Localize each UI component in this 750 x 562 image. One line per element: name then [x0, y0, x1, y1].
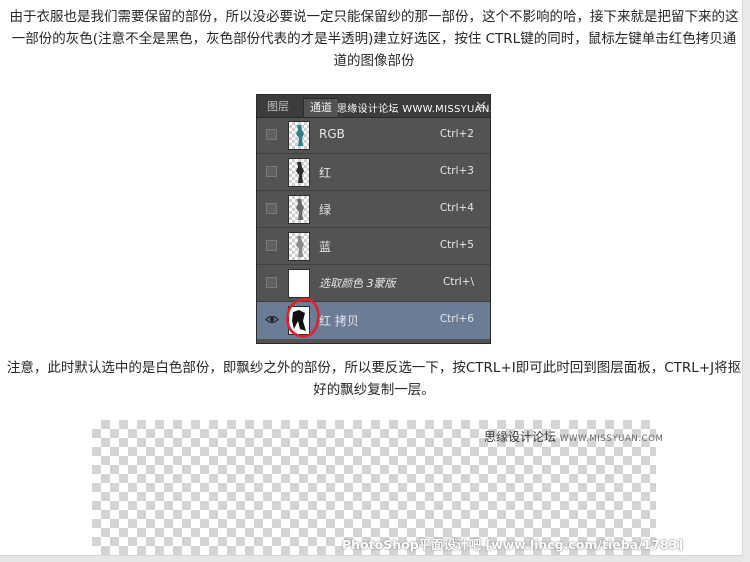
channel-row[interactable]: 红 Ctrl+3 [257, 154, 490, 191]
channel-shortcut: Ctrl+2 [439, 128, 474, 140]
channel-shortcut: Ctrl+6 [439, 313, 474, 325]
visibility-toggle[interactable] [266, 203, 277, 214]
channel-row[interactable]: 绿 Ctrl+4 [257, 191, 490, 228]
channel-row[interactable]: RGB Ctrl+2 [257, 117, 490, 154]
paragraph-invert-instructions: 注意，此时默认选中的是白色部份，即飘纱之外的部份，所以要反选一下，按CTRL+I… [6, 360, 742, 398]
channel-name: 绿 [319, 203, 332, 217]
horizontal-scrollbar[interactable] [0, 555, 743, 562]
article-page: 由于衣服也是我们需要保留的部份，所以没必要说一定只能保留纱的那一部份，这个不影响… [0, 0, 750, 562]
vertical-scrollbar[interactable] [742, 0, 750, 562]
footer-watermark: PhotoShop平面设计吧 [www.lincg.com/tieba/1783… [342, 537, 684, 552]
channel-thumbnail [288, 158, 310, 187]
channel-shortcut: Ctrl+\ [442, 276, 474, 288]
annotation-circle [286, 297, 320, 338]
channel-thumbnail [288, 195, 310, 224]
channel-shortcut: Ctrl+3 [439, 165, 474, 177]
channel-name: 蓝 [319, 240, 332, 254]
channel-name: RGB [319, 127, 345, 141]
eye-icon[interactable] [265, 314, 279, 325]
channel-thumbnail [288, 269, 310, 298]
visibility-toggle[interactable] [266, 277, 277, 288]
channel-thumbnail [288, 121, 310, 150]
canvas-watermark-en: WWW.MISSYUAN.COM [560, 434, 664, 444]
tab-channels[interactable]: 通道 [303, 98, 339, 117]
paragraph-selection-instructions: 由于衣服也是我们需要保留的部份，所以没必要说一定只能保留纱的那一部份，这个不影响… [9, 9, 739, 69]
channel-name: 红 [319, 166, 332, 180]
visibility-toggle[interactable] [266, 240, 277, 251]
channel-name: 选取颜色 3蒙版 [319, 277, 396, 290]
channel-shortcut: Ctrl+5 [439, 239, 474, 251]
panel-tab-bar: 图层 通道 思缘设计论坛 WWW.MISSYUAN.COM [257, 95, 517, 118]
tab-layers[interactable]: 图层 [261, 98, 295, 116]
canvas-watermark: 思缘设计论坛 WWW.MISSYUAN.COM [484, 428, 663, 445]
visibility-toggle[interactable] [266, 166, 277, 177]
canvas-watermark-cn: 思缘设计论坛 [484, 430, 557, 444]
channel-row[interactable]: 蓝 Ctrl+5 [257, 228, 490, 265]
visibility-toggle[interactable] [266, 129, 277, 140]
channel-shortcut: Ctrl+4 [439, 202, 474, 214]
channel-thumbnail [288, 232, 310, 261]
panel-menu-icon[interactable] [476, 100, 486, 110]
panel-watermark: 思缘设计论坛 WWW.MISSYUAN.COM [337, 104, 518, 115]
channel-name: 红 拷贝 [319, 314, 359, 328]
